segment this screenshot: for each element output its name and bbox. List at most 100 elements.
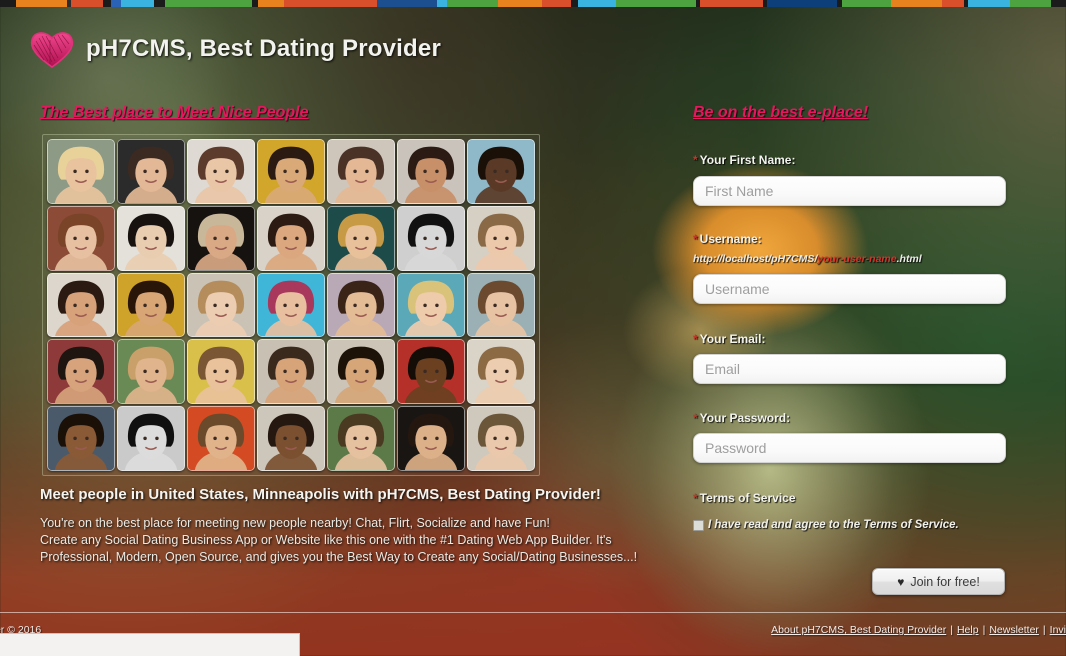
member-photo-thumbnail[interactable] (257, 272, 325, 338)
required-marker: * (693, 153, 698, 167)
member-photo-thumbnail[interactable] (117, 406, 185, 471)
username-label-text: Username: (699, 232, 762, 246)
terms-label-text: Terms of Service (699, 491, 796, 505)
page-title: pH7CMS, Best Dating Provider (86, 35, 441, 62)
member-photo-thumbnail[interactable] (187, 139, 255, 204)
top-bar-segment-18 (578, 0, 616, 7)
first-name-field[interactable] (693, 176, 1006, 206)
member-photo-thumbnail[interactable] (397, 406, 465, 471)
heart-icon (30, 32, 74, 68)
top-bar-segment-5 (110, 0, 121, 7)
top-bar-segment-7 (154, 0, 165, 7)
member-photo-thumbnail[interactable] (117, 205, 185, 271)
member-photo-thumbnail[interactable] (397, 205, 465, 271)
top-bar-segment-4 (103, 0, 111, 7)
first-name-label: * Your First Name: (693, 153, 795, 167)
top-bar-segment-16 (541, 0, 571, 7)
member-photo-thumbnail[interactable] (187, 272, 255, 338)
username-field[interactable] (693, 274, 1006, 304)
member-photo-thumbnail[interactable] (187, 339, 255, 405)
top-bar-segment-10 (257, 0, 284, 7)
member-photo-thumbnail[interactable] (467, 272, 535, 338)
top-bar-segment-29 (968, 0, 1011, 7)
intro-line: Create any Social Dating Business App or… (40, 533, 612, 547)
top-color-bar (0, 0, 1066, 7)
intro-line: You're on the best place for meeting new… (40, 516, 550, 530)
login-form: 🔑 Login Stay signed in Forgot your passw… (536, 34, 1066, 94)
member-photo-thumbnail[interactable] (47, 339, 115, 405)
member-photo-thumbnail[interactable] (117, 139, 185, 204)
member-photo-thumbnail[interactable] (327, 272, 395, 338)
footer-link-separator: | (1042, 624, 1046, 636)
member-photo-thumbnail[interactable] (257, 406, 325, 471)
terms-of-service-label: * Terms of Service (693, 491, 796, 505)
footer-link-0[interactable]: About pH7CMS, Best Dating Provider (771, 624, 946, 636)
password-field[interactable] (693, 433, 1006, 463)
member-photo-thumbnail[interactable] (257, 139, 325, 204)
member-photo-thumbnail[interactable] (47, 205, 115, 271)
password-label: * Your Password: (693, 411, 790, 425)
top-bar-segment-8 (164, 0, 252, 7)
member-photo-thumbnail[interactable] (397, 272, 465, 338)
logo-area[interactable]: pH7CMS, Best Dating Provider (28, 28, 441, 70)
url-hint-prefix: http://localhost/pH7CMS/ (693, 253, 818, 265)
member-photo-thumbnail[interactable] (187, 406, 255, 471)
site-header: pH7CMS, Best Dating Provider 🔑 Login Sta… (0, 0, 1066, 96)
email-label-text: Your Email: (699, 332, 766, 346)
member-photo-thumbnail[interactable] (327, 139, 395, 204)
top-bar-segment-0 (0, 0, 17, 7)
join-button[interactable]: ♥ Join for free! (872, 568, 1005, 595)
first-name-label-text: Your First Name: (699, 153, 796, 167)
member-photo-thumbnail[interactable] (467, 406, 535, 471)
url-hint-highlight: your-user-name (817, 253, 897, 265)
member-photo-thumbnail[interactable] (467, 205, 535, 271)
member-photo-thumbnail[interactable] (467, 139, 535, 204)
email-field[interactable] (693, 354, 1006, 384)
top-bar-segment-6 (120, 0, 155, 7)
required-marker: * (693, 491, 698, 505)
member-photo-thumbnail[interactable] (117, 272, 185, 338)
join-button-label: Join for free! (910, 574, 980, 589)
left-slogan: The Best place to Meet Nice People (40, 104, 309, 121)
member-photo-thumbnail[interactable] (47, 406, 115, 471)
intro-title: Meet people in United States, Minneapoli… (40, 486, 601, 503)
terms-agree-row[interactable]: I have read and agree to the Terms of Se… (693, 519, 959, 531)
member-photo-thumbnail[interactable] (397, 339, 465, 405)
member-photo-thumbnail[interactable] (397, 139, 465, 204)
member-photo-thumbnail[interactable] (257, 205, 325, 271)
footer-divider (0, 612, 1066, 613)
member-photo-thumbnail[interactable] (257, 339, 325, 405)
password-label-text: Your Password: (699, 411, 791, 425)
member-photo-thumbnail[interactable] (187, 205, 255, 271)
terms-checkbox[interactable] (693, 519, 704, 531)
top-bar-segment-31 (1051, 0, 1066, 7)
url-hint-suffix: .html (896, 253, 922, 265)
intro-block: Meet people in United States, Minneapoli… (40, 486, 660, 566)
footer-link-3[interactable]: Invi (1050, 624, 1066, 636)
top-bar-segment-14 (446, 0, 498, 7)
member-photo-thumbnail[interactable] (327, 205, 395, 271)
top-bar-segment-30 (1010, 0, 1052, 7)
footer-link-1[interactable]: Help (957, 624, 979, 636)
autofill-suggestion-popup[interactable]: m (0, 633, 300, 656)
intro-line: Professional, Modern, Open Source, and g… (40, 550, 638, 564)
member-photo-thumbnail[interactable] (47, 139, 115, 204)
member-photo-thumbnail[interactable] (327, 339, 395, 405)
required-marker: * (693, 332, 698, 346)
top-bar-segment-13 (436, 0, 447, 7)
right-slogan: Be on the best e-place! (693, 104, 869, 121)
top-bar-segment-3 (71, 0, 104, 7)
member-photo-thumbnail[interactable] (327, 406, 395, 471)
member-photo-thumbnail[interactable] (467, 339, 535, 405)
top-bar-segment-27 (942, 0, 964, 7)
heart-icon: ♥ (897, 574, 905, 589)
member-photo-thumbnail[interactable] (117, 339, 185, 405)
top-bar-segment-26 (891, 0, 943, 7)
top-bar-segment-12 (377, 0, 437, 7)
member-photo-thumbnail[interactable] (47, 272, 115, 338)
top-bar-segment-19 (615, 0, 696, 7)
member-photo-grid[interactable] (42, 134, 540, 476)
footer-link-separator: | (950, 624, 953, 636)
username-label: * Username: (693, 232, 762, 246)
footer-link-2[interactable]: Newsletter (989, 624, 1039, 636)
